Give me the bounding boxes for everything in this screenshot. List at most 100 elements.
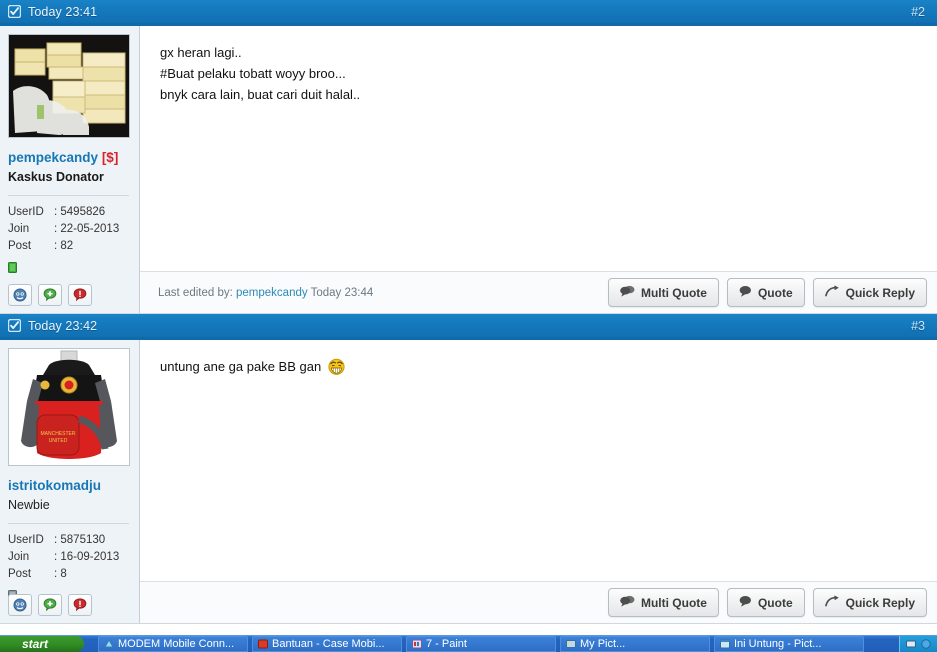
profile-icon[interactable]: [8, 594, 32, 616]
report-post-icon[interactable]: [68, 284, 92, 306]
stat-label: UserID: [8, 205, 44, 218]
user-title: Newbie: [8, 497, 50, 512]
forum-thread-page: Today 23:41 #2 pempekcandy [$] Kaskus Do…: [0, 0, 937, 652]
post-body: untung ane ga pake BB gan: [140, 340, 937, 581]
user-title: Kaskus Donator: [8, 169, 104, 184]
post-action-buttons: Multi Quote Quote Quick Reply: [607, 588, 927, 617]
taskbar-item-my-pictures[interactable]: My Pict...: [560, 636, 710, 652]
last-edited-user[interactable]: pempekcandy: [236, 287, 308, 299]
stat-label: Post: [8, 567, 32, 580]
post-footer: Last edited by: pempekcandy Today 23:44: [140, 271, 937, 313]
post-message-column: gx heran lagi.. #Buat pelaku tobatt woyy…: [140, 26, 937, 313]
post-timestamp: Today 23:41: [28, 4, 98, 19]
post-header-left: Today 23:41: [8, 5, 97, 19]
post-footer: Multi Quote Quote Quick Reply: [140, 581, 937, 623]
multi-quote-button[interactable]: Multi Quote: [607, 278, 719, 307]
quote-button[interactable]: Quote: [726, 588, 805, 617]
user-stat-join: Join : 22-05-2013: [8, 221, 131, 238]
taskbar-item-browser[interactable]: Bantuan - Case Mobi...: [252, 636, 402, 652]
user-action-icons: [8, 284, 92, 306]
taskbar-item-picture-window[interactable]: Ini Untung - Pict...: [714, 636, 864, 652]
report-post-icon[interactable]: [68, 594, 92, 616]
checkbox-checked-icon[interactable]: [8, 5, 21, 18]
checkbox-checked-icon[interactable]: [8, 319, 21, 332]
stat-label: Join: [8, 550, 30, 563]
divider: [8, 522, 129, 524]
username-link[interactable]: pempekcandy [$]: [8, 150, 131, 167]
post-timestamp: Today 23:42: [28, 318, 98, 333]
stat-label: Post: [8, 239, 32, 252]
post-number[interactable]: #2: [911, 5, 925, 19]
windows-taskbar: start MODEM Mobile Conn... Bantuan - Cas…: [0, 635, 937, 652]
last-edited-note: Last edited by: pempekcandy Today 23:44: [158, 287, 373, 299]
user-stat-post: Post : 82: [8, 238, 131, 255]
taskbar-item-label: Ini Untung - Pict...: [734, 638, 822, 650]
svg-text:MANCHESTER: MANCHESTER: [40, 431, 75, 437]
post-header-3: Today 23:42 #3: [0, 314, 937, 340]
system-tray: [899, 636, 937, 652]
post-header-2: Today 23:41 #2: [0, 0, 937, 26]
button-label: Multi Quote: [640, 285, 707, 300]
taskbar-item-modem[interactable]: MODEM Mobile Conn...: [98, 636, 248, 652]
taskbar-item-label: Bantuan - Case Mobi...: [272, 638, 385, 650]
stat-label: UserID: [8, 533, 44, 546]
reputation-plus-icon[interactable]: [38, 284, 62, 306]
post-body: gx heran lagi.. #Buat pelaku tobatt woyy…: [140, 26, 937, 271]
post-line-text: untung ane ga pake BB gan: [160, 359, 322, 374]
post-line: #Buat pelaku tobatt woyy broo...: [160, 66, 346, 81]
user-stat-userid: UserID : 5495826: [8, 204, 131, 221]
button-label: Quick Reply: [845, 595, 915, 610]
post-action-buttons: Multi Quote Quote Quick Reply: [607, 278, 927, 307]
window-icon: [720, 639, 730, 649]
stat-value: : 5495826: [54, 205, 106, 218]
post-number[interactable]: #3: [911, 319, 925, 333]
button-label: Quote: [757, 285, 793, 300]
button-label: Multi Quote: [640, 595, 707, 610]
username-text: pempekcandy: [8, 150, 99, 165]
post-line: untung ane ga pake BB gan: [160, 356, 919, 381]
svg-text:UNITED: UNITED: [49, 438, 68, 444]
reputation-plus-icon[interactable]: [38, 594, 62, 616]
quick-reply-button[interactable]: Quick Reply: [812, 588, 927, 617]
post-user-panel: pempekcandy [$] Kaskus Donator UserID : …: [0, 26, 140, 313]
quote-icon: [739, 595, 752, 610]
start-button[interactable]: start: [0, 636, 84, 652]
post-line: bnyk cara lain, buat cari duit halal..: [160, 87, 361, 102]
grinning-face-emoticon: [328, 358, 345, 378]
stat-value: : 16-09-2013: [54, 550, 120, 563]
quote-icon: [739, 285, 752, 300]
last-edited-prefix: Last edited by:: [158, 286, 233, 299]
multi-quote-icon: [620, 285, 635, 300]
avatar[interactable]: [8, 34, 130, 138]
post-2: pempekcandy [$] Kaskus Donator UserID : …: [0, 26, 937, 314]
quick-reply-arrow-icon: [824, 595, 840, 610]
stat-value: : 82: [54, 239, 74, 252]
folder-icon: [566, 640, 576, 648]
taskbar-item-label: 7 - Paint: [426, 638, 467, 650]
paint-icon: [412, 639, 422, 649]
button-label: Quick Reply: [845, 285, 915, 300]
post-user-panel: MANCHESTER UNITED istritokomadju Newbie …: [0, 340, 140, 623]
username-text: istritokomadju: [8, 478, 102, 493]
taskbar-item-paint[interactable]: 7 - Paint: [406, 636, 556, 652]
quick-reply-button[interactable]: Quick Reply: [812, 278, 927, 307]
post-3: MANCHESTER UNITED istritokomadju Newbie …: [0, 340, 937, 624]
quote-button[interactable]: Quote: [726, 278, 805, 307]
username-link[interactable]: istritokomadju: [8, 478, 131, 495]
post-message-column: untung ane ga pake BB gan Multi Quote Qu…: [140, 340, 937, 623]
quick-reply-arrow-icon: [824, 285, 840, 300]
tray-volume-icon[interactable]: [921, 639, 931, 649]
multi-quote-icon: [620, 595, 635, 610]
avatar[interactable]: MANCHESTER UNITED: [8, 348, 130, 466]
online-status-icon: [8, 261, 17, 273]
multi-quote-button[interactable]: Multi Quote: [607, 588, 719, 617]
taskbar-item-label: My Pict...: [580, 638, 626, 650]
divider: [8, 194, 129, 196]
profile-icon[interactable]: [8, 284, 32, 306]
last-edited-time: Today 23:44: [310, 286, 374, 299]
stat-value: : 22-05-2013: [54, 222, 120, 235]
user-stat-join: Join : 16-09-2013: [8, 549, 131, 566]
user-stat-userid: UserID : 5875130: [8, 532, 131, 549]
tray-network-icon[interactable]: [906, 639, 916, 649]
donator-badge: [$]: [101, 150, 119, 165]
